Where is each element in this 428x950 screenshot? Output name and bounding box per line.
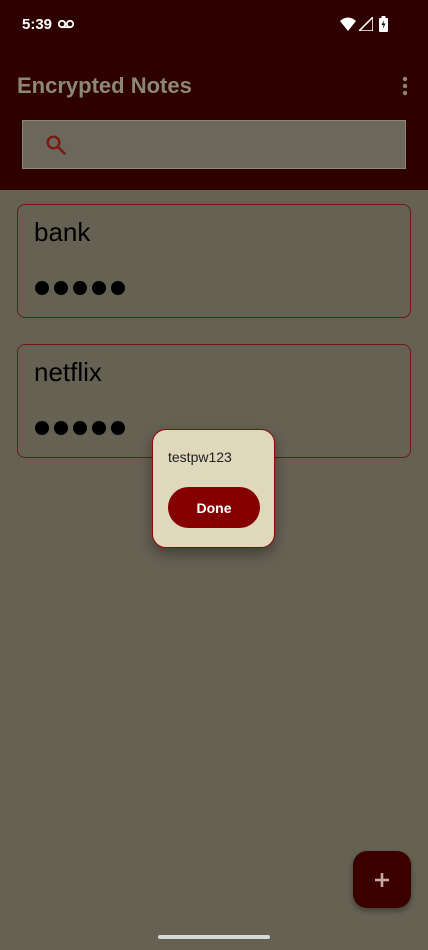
wifi-icon [340, 17, 356, 31]
app-screen: 5:39 Encrypted Notes bank netflix testpw… [0, 0, 428, 950]
voicemail-icon [58, 19, 74, 29]
app-title: Encrypted Notes [17, 73, 192, 98]
mask-dot [35, 421, 49, 435]
masked-password [35, 281, 125, 297]
plus-icon [375, 873, 389, 887]
search-input[interactable] [83, 129, 397, 163]
note-title: bank [34, 217, 91, 247]
mask-dot [35, 281, 49, 295]
mask-dot [92, 421, 106, 435]
cellular-signal-icon [359, 17, 373, 31]
battery-charging-icon [379, 16, 388, 32]
mask-dot [73, 281, 87, 295]
note-card-bank[interactable]: bank [17, 204, 411, 318]
note-title: netflix [34, 357, 102, 387]
status-time: 5:39 [22, 16, 53, 33]
search-icon [46, 135, 66, 155]
status-bar: 5:39 [0, 0, 428, 52]
done-button[interactable]: Done [168, 487, 260, 528]
search-field[interactable] [22, 120, 406, 169]
more-vertical-icon[interactable] [394, 72, 416, 100]
masked-password [35, 421, 125, 437]
mask-dot [73, 421, 87, 435]
mask-dot [92, 281, 106, 295]
mask-dot [111, 421, 125, 435]
mask-dot [111, 281, 125, 295]
dialog-password-text: testpw123 [168, 449, 232, 465]
add-note-button[interactable] [353, 851, 411, 908]
mask-dot [54, 281, 68, 295]
home-indicator[interactable] [158, 935, 270, 939]
mask-dot [54, 421, 68, 435]
app-bar: 5:39 Encrypted Notes [0, 0, 428, 190]
password-dialog: testpw123 Done [152, 429, 275, 548]
